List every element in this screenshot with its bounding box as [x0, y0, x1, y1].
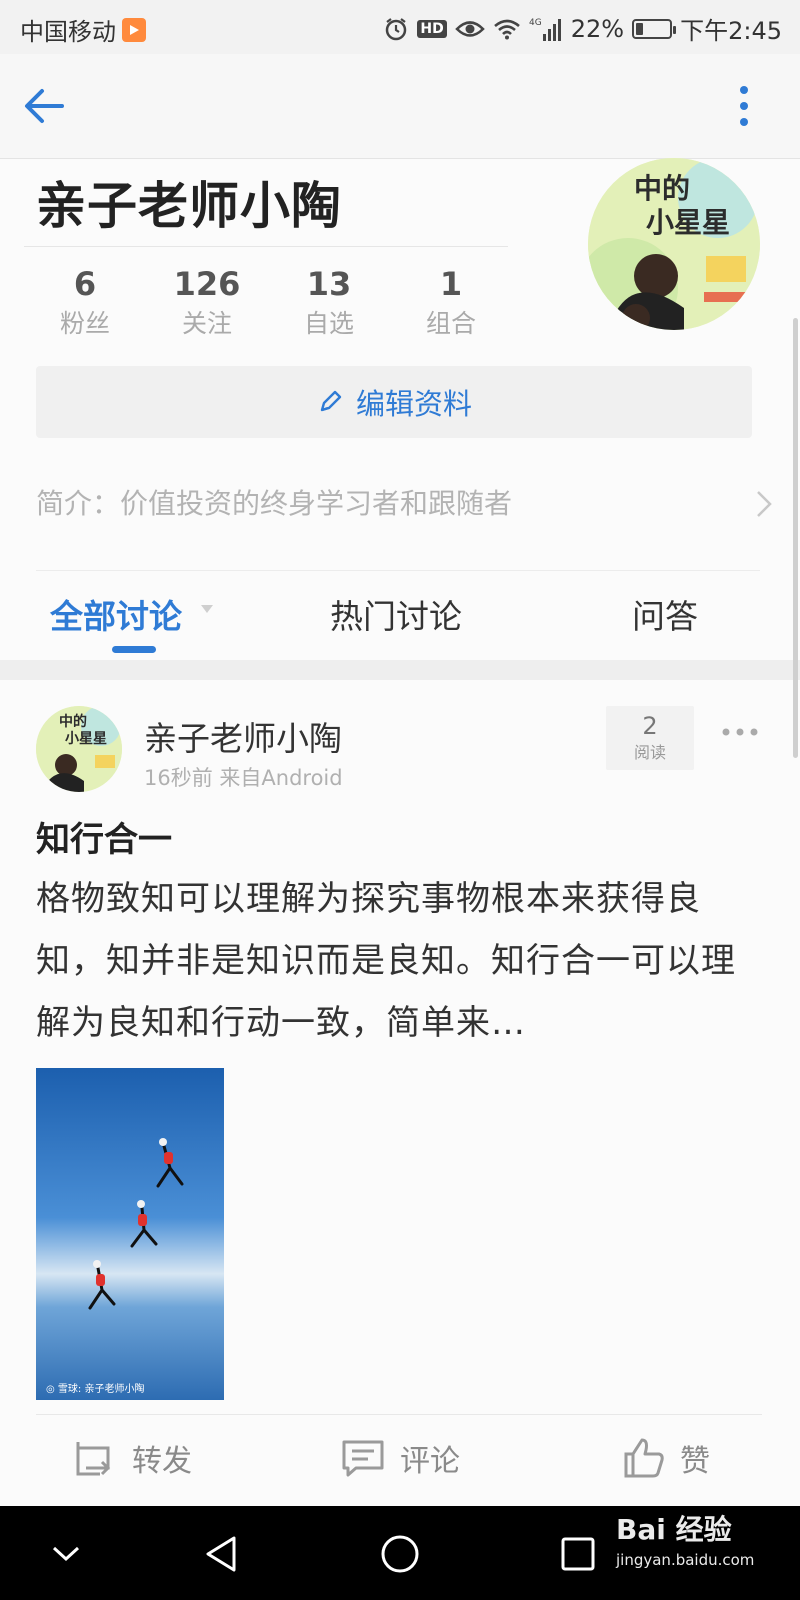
like-button[interactable]: 赞: [622, 1436, 710, 1480]
stat-watchlist[interactable]: 13 自选: [268, 262, 390, 342]
horizontal-dots-icon[interactable]: [722, 724, 758, 740]
divider: [24, 246, 508, 247]
read-count: 2: [642, 712, 658, 740]
stat-value: 1: [439, 265, 463, 303]
tab-qa[interactable]: 问答: [632, 590, 698, 638]
nav-home-button[interactable]: [374, 1528, 426, 1580]
avatar[interactable]: 中的 小星星: [588, 158, 760, 330]
stat-following[interactable]: 126 关注: [146, 262, 268, 342]
bio-text: 简介：价值投资的终身学习者和跟随者: [36, 487, 513, 520]
stat-followers[interactable]: 6 粉丝: [24, 262, 146, 342]
svg-text:中的: 中的: [59, 713, 87, 730]
post-title[interactable]: 知行合一: [36, 812, 172, 861]
profile-name: 亲子老师小陶: [36, 177, 342, 235]
caret-down-icon[interactable]: [200, 604, 214, 614]
tab-hot-discussions[interactable]: 热门讨论: [330, 590, 462, 638]
edit-profile-label: 编辑资料: [355, 387, 472, 421]
stat-portfolios[interactable]: 1 组合: [390, 262, 512, 342]
post-author-avatar[interactable]: 中的 小星星: [36, 706, 122, 792]
svg-text:4G: 4G: [529, 18, 542, 28]
status-bar: 中国移动 HD 4G 22% 下午2:45: [0, 0, 800, 54]
profile-stats: 6 粉丝 126 关注 13 自选 1 组合: [24, 262, 512, 342]
triangle-back-icon: [206, 1536, 236, 1572]
play-icon: [122, 17, 146, 42]
baidu-jingyan-watermark: Bai 经验 jingyan.baidu.com: [616, 1510, 754, 1570]
stat-value: 13: [306, 265, 352, 303]
carrier-name: 中国移动: [20, 18, 116, 46]
clock-time: 下午2:45: [680, 17, 782, 45]
status-right: HD 4G 22% 下午2:45: [383, 11, 782, 46]
comment-label: 评论: [400, 1444, 460, 1479]
watermark-url: jingyan.baidu.com: [616, 1551, 755, 1569]
svg-text:小星星: 小星星: [65, 731, 107, 747]
wifi-icon: [493, 18, 521, 40]
comment-icon: [342, 1440, 384, 1477]
stat-value: 126: [173, 265, 241, 303]
read-label: 阅读: [633, 743, 666, 762]
avatar-image: 中的 小星星: [588, 158, 760, 330]
battery-percent: 22%: [570, 14, 625, 43]
chevron-right-icon: [757, 491, 772, 517]
post-body[interactable]: 格物致知可以理解为探究事物根本来获得良知，知并非是知识而是良知。知行合一可以理解…: [36, 868, 764, 1054]
app-header: [0, 54, 800, 159]
svg-text:◎ 雪球: 亲子老师小陶: ◎ 雪球: 亲子老师小陶: [46, 1382, 144, 1395]
chevron-down-icon: [52, 1546, 80, 1562]
active-tab-indicator: [112, 646, 156, 653]
nav-back-button[interactable]: [196, 1528, 248, 1580]
divider: [36, 570, 760, 571]
repost-icon: [76, 1442, 111, 1476]
svg-text:小星星: 小星星: [646, 206, 730, 239]
pencil-icon: [320, 390, 342, 412]
circle-home-icon: [381, 1535, 419, 1573]
battery-fill: [636, 22, 644, 35]
thumbs-up-icon: [624, 1438, 664, 1478]
stat-label: 粉丝: [59, 309, 110, 338]
stat-label: 组合: [425, 309, 476, 338]
read-count-badge: 2 阅读: [606, 706, 694, 770]
hd-badge: HD: [417, 19, 447, 38]
arrow-left-icon: [25, 89, 64, 123]
hide-nav-button[interactable]: [40, 1528, 92, 1580]
alarm-icon: [383, 16, 409, 42]
stat-value: 6: [73, 265, 97, 303]
stat-label: 自选: [303, 309, 354, 338]
avatar-image: 中的 小星星: [36, 706, 122, 792]
battery-icon: [632, 18, 677, 39]
svg-text:中的: 中的: [634, 172, 690, 205]
stat-label: 关注: [181, 309, 232, 338]
section-separator: [0, 660, 800, 680]
bio-row[interactable]: 简介：价值投资的终身学习者和跟随者: [36, 480, 776, 528]
post-meta: 16秒前 来自Android: [144, 766, 343, 790]
scrollbar[interactable]: [793, 318, 798, 758]
more-options-button[interactable]: [732, 84, 756, 128]
repost-label: 转发: [132, 1444, 192, 1479]
edit-profile-button[interactable]: 编辑资料: [36, 366, 752, 438]
eye-icon: [454, 18, 485, 40]
back-button[interactable]: [20, 82, 68, 130]
divider: [36, 1414, 762, 1415]
like-label: 赞: [680, 1444, 710, 1479]
post-image[interactable]: ◎ 雪球: 亲子老师小陶: [36, 1068, 224, 1400]
tab-all-discussions[interactable]: 全部讨论: [50, 590, 182, 638]
square-recents-icon: [561, 1537, 595, 1571]
repost-button[interactable]: 转发: [72, 1436, 192, 1480]
comment-button[interactable]: 评论: [340, 1436, 460, 1480]
status-left: 中国移动: [20, 12, 146, 47]
vertical-dots-icon: [740, 86, 748, 126]
watermark-logo: Bai 经验: [616, 1513, 732, 1546]
signal-icon: 4G: [529, 16, 563, 42]
post-author-name[interactable]: 亲子老师小陶: [144, 712, 342, 760]
skydivers-photo: ◎ 雪球: 亲子老师小陶: [36, 1068, 224, 1400]
nav-recent-apps-button[interactable]: [552, 1528, 604, 1580]
